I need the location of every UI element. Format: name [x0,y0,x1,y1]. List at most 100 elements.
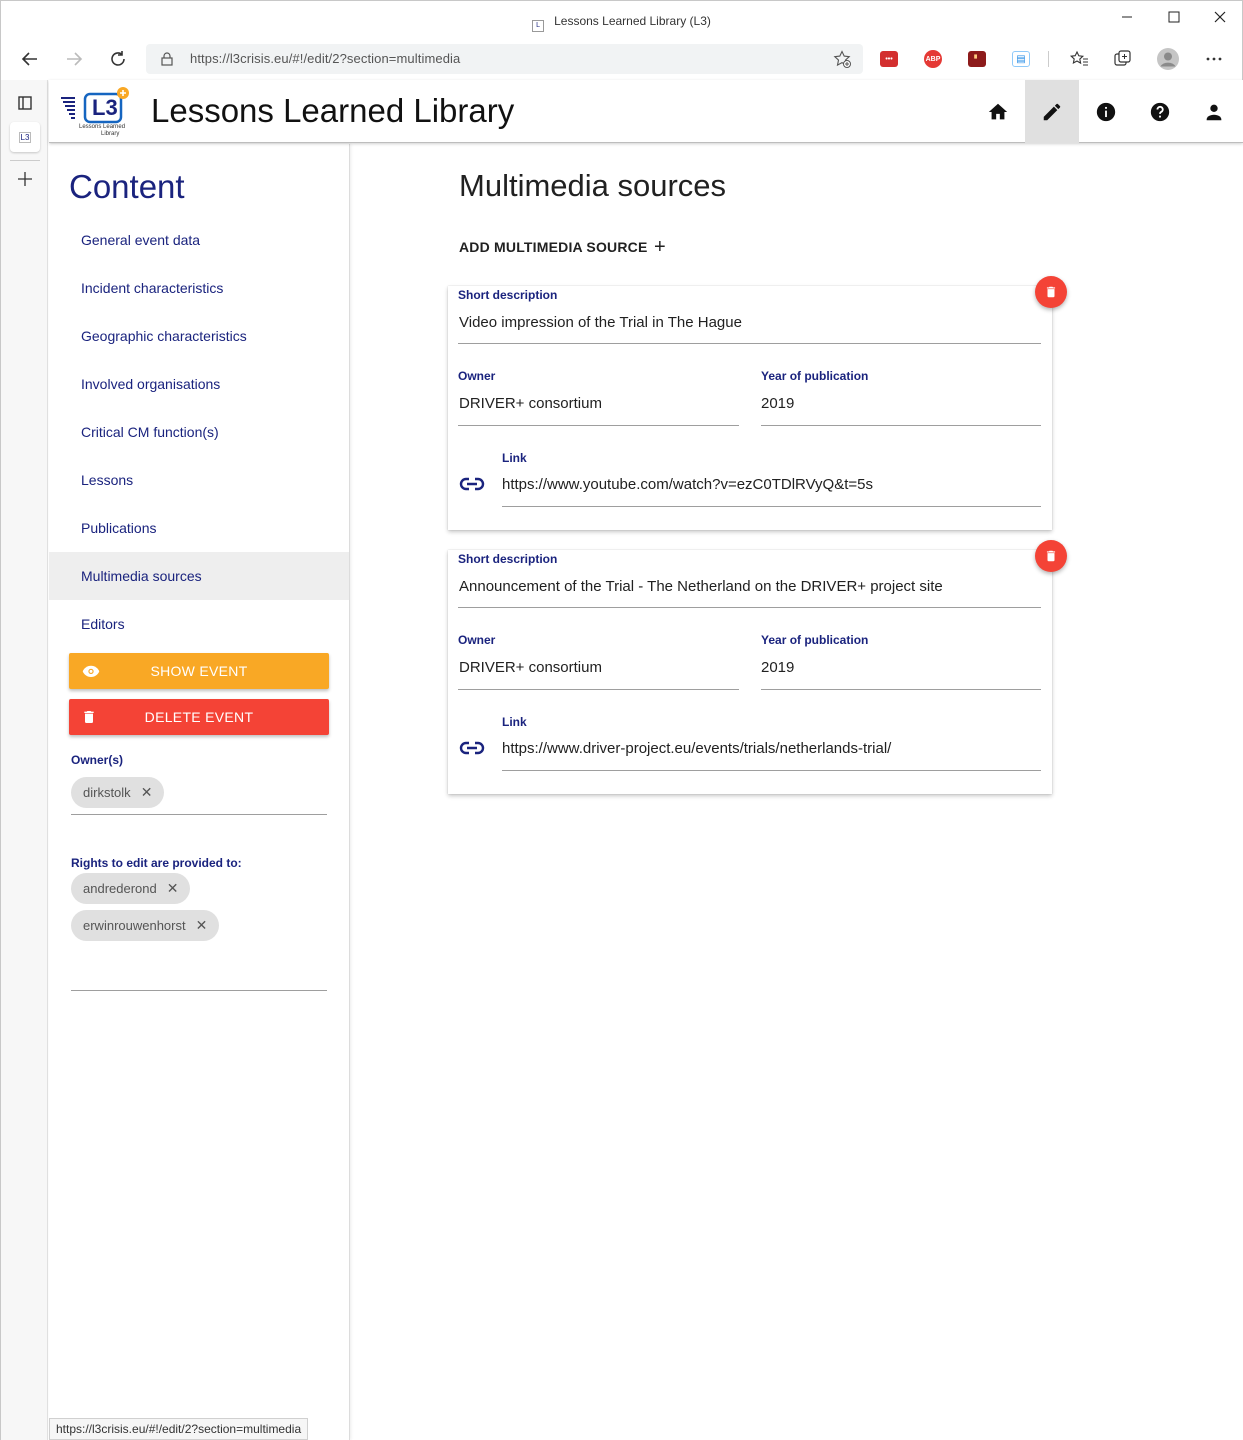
rights-label: Rights to edit are provided to: [71,856,242,870]
minimize-icon [1122,16,1132,18]
owners-label: Owner(s) [71,753,124,767]
field-underline [761,689,1041,690]
link-input[interactable]: https://www.driver-project.eu/events/tri… [502,740,891,757]
address-bar[interactable]: https://l3crisis.eu/#!/edit/2?section=mu… [146,44,863,74]
toolbar-divider [1048,51,1049,67]
home-button[interactable] [971,80,1025,143]
sidebar-item-involved-organisations[interactable]: Involved organisations [49,360,349,408]
close-window-button[interactable] [1198,5,1242,29]
owner-input[interactable]: DRIVER+ consortium [459,395,602,412]
short-description-input[interactable]: Video impression of the Trial in The Hag… [459,314,742,331]
sidebar-item-incident-characteristics[interactable]: Incident characteristics [49,264,349,312]
editor-chip-label: erwinrouwenhorst [83,918,186,933]
logo-caption-line-2: Library [101,131,120,137]
new-tab-button[interactable] [10,164,40,194]
adblock-plus-extension-icon[interactable]: ABP [924,50,942,68]
reload-icon [111,51,125,66]
plus-icon [18,172,32,186]
link-label: Link [502,451,527,465]
sidebar-item-publications[interactable]: Publications [49,504,349,552]
owner-input[interactable]: DRIVER+ consortium [459,659,602,676]
short-description-input[interactable]: Announcement of the Trial - The Netherla… [459,578,943,595]
delete-event-label: DELETE EVENT [144,709,254,725]
profile-avatar-icon [1157,48,1179,70]
field-underline [761,425,1041,426]
sidebar-heading: Content [69,168,185,205]
edit-icon [1043,103,1061,120]
tab-divider [10,160,40,161]
window-title: L Lessons Learned Library (L3) [1,14,1242,32]
lock-icon [161,52,173,66]
show-event-button[interactable]: SHOW EVENT [69,653,329,689]
home-icon [988,103,1008,119]
link-label: Link [502,715,527,729]
active-tab[interactable]: L3 [10,122,40,152]
editors-field-underline[interactable] [71,990,327,991]
window-title-text: Lessons Learned Library (L3) [554,14,711,28]
sidebar-item-editors[interactable]: Editors [49,600,349,648]
maximize-button[interactable] [1152,5,1196,29]
link-input[interactable]: https://www.youtube.com/watch?v=ezC0TDlR… [502,476,873,493]
info-icon [1096,102,1116,121]
minimize-button[interactable] [1105,5,1149,29]
year-input[interactable]: 2019 [761,659,794,676]
sidebar-item-multimedia-sources[interactable]: Multimedia sources [49,552,349,600]
l3-logo[interactable]: L3 Lessons Learned Library [59,84,129,140]
trash-icon [1046,550,1056,562]
back-arrow-icon [21,52,37,66]
delete-event-button[interactable]: DELETE EVENT [69,699,329,735]
sidebar-item-critical-cm-functions[interactable]: Critical CM function(s) [49,408,349,456]
logo-caption-line-1: Lessons Learned [79,124,126,130]
year-input[interactable]: 2019 [761,395,794,412]
show-event-label: SHOW EVENT [150,663,248,679]
account-button[interactable] [1187,80,1241,143]
tab-panel-icon [18,96,32,110]
reader-extension-icon[interactable]: ▤ [1012,51,1030,67]
add-plus-icon[interactable]: + [654,236,666,259]
back-button[interactable] [15,44,45,74]
sidebar-item-general-event-data[interactable]: General event data [49,216,349,264]
delete-source-button[interactable] [1035,276,1067,308]
logo-text: L3 [92,95,118,120]
site-favicon-icon: L3 [18,131,32,143]
browser-toolbar: https://l3crisis.eu/#!/edit/2?section=mu… [0,38,1243,80]
sidebar-item-lessons[interactable]: Lessons [49,456,349,504]
close-icon [1214,11,1226,23]
edit-button[interactable] [1025,80,1079,143]
field-underline [502,770,1041,771]
editor-chip: erwinrouwenhorst ✕ [71,910,220,941]
help-button[interactable] [1133,80,1187,143]
delete-source-button[interactable] [1035,540,1067,572]
owner-chip-label: dirkstolk [83,785,131,800]
tab-favicon-icon: L [532,20,545,32]
owner-label: Owner [458,633,496,647]
collections-button[interactable] [1112,48,1134,70]
account-icon [1206,104,1222,120]
add-multimedia-source-button[interactable]: ADD MULTIMEDIA SOURCE [459,239,648,255]
vertical-tabs-strip: L3 [0,80,48,1440]
link-icon [459,741,485,755]
profile-button[interactable] [1157,48,1179,70]
remove-chip-icon[interactable]: ✕ [196,917,208,933]
app-header: L3 Lessons Learned Library Lessons Learn… [49,80,1243,143]
remove-chip-icon[interactable]: ✕ [167,880,179,896]
favorites-icon [1069,50,1088,66]
tab-actions-button[interactable] [10,88,40,118]
url-text: https://l3crisis.eu/#!/edit/2?section=mu… [190,51,461,66]
lastpass-extension-icon[interactable]: ••• [880,51,898,67]
multimedia-source-card: Short description Announcement of the Tr… [448,550,1052,794]
eye-icon [82,665,100,677]
owner-chip: dirkstolk ✕ [71,777,165,808]
remove-chip-icon[interactable]: ✕ [141,784,153,800]
favorites-button[interactable] [1068,48,1090,70]
sidebar-item-geographic-characteristics[interactable]: Geographic characteristics [49,312,349,360]
more-menu-button[interactable] [1203,48,1225,70]
page-title: Multimedia sources [459,168,727,203]
content-sidebar: Content General event data Incident char… [49,144,350,1440]
add-favorite-icon[interactable] [833,50,851,68]
year-label: Year of publication [761,633,869,647]
forward-button[interactable] [59,44,89,74]
info-button[interactable] [1079,80,1133,143]
extension-icon[interactable]: ▘ [968,51,986,67]
reload-button[interactable] [103,44,133,74]
